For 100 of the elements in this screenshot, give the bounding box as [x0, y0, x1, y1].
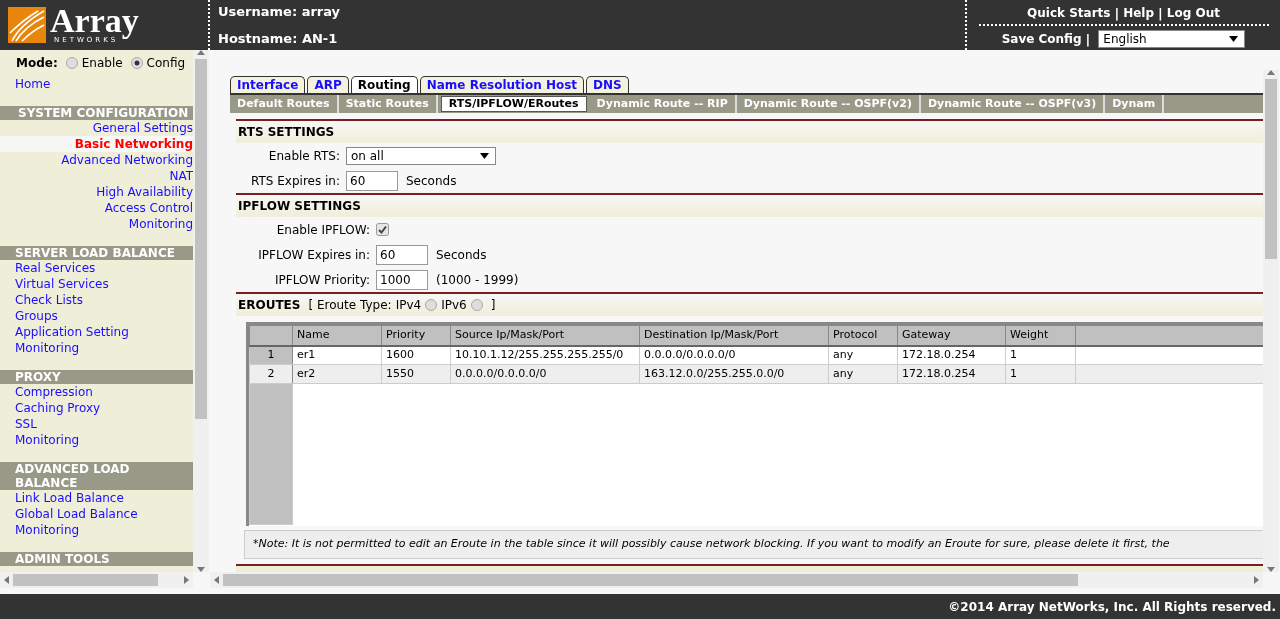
radio-button[interactable]	[130, 57, 143, 69]
field-label: IPFLOW Expires in:	[257, 246, 371, 264]
radio-button[interactable]	[425, 299, 438, 311]
table-cell: any	[828, 345, 898, 365]
rts-select[interactable]: on all	[346, 146, 496, 165]
unit-label: Seconds	[406, 172, 457, 190]
radio-label: IPv4	[395, 297, 422, 314]
mode-label: Mode:	[16, 55, 58, 72]
tab[interactable]: ARP	[307, 76, 349, 93]
type-label: ]	[490, 297, 496, 314]
column-header[interactable]: Protocol	[828, 325, 898, 346]
column-header[interactable]: Source Ip/Mask/Port	[450, 325, 640, 346]
sidebar-link[interactable]: Monitoring	[0, 522, 193, 538]
table-cell: 0.0.0.0/0.0.0.0/0	[639, 345, 829, 365]
scroll-left-arrow-icon[interactable]	[214, 576, 219, 584]
sidebar-link[interactable]: Access Control	[0, 200, 193, 216]
sidebar-link[interactable]: General Settings	[0, 120, 193, 136]
tab[interactable]: Routing	[350, 76, 418, 93]
sidebar-link[interactable]: SSL	[0, 416, 193, 432]
table-cell: er1	[292, 345, 382, 365]
sidebar-link[interactable]: Basic Networking	[0, 136, 193, 152]
sidebar-link[interactable]: Application Setting	[0, 324, 193, 340]
column-header[interactable]: Name	[292, 325, 382, 346]
unit-label: (1000 - 1999)	[436, 271, 519, 289]
field-label: Enable RTS:	[267, 147, 341, 165]
scroll-up-arrow-icon[interactable]	[1267, 70, 1275, 75]
column-header[interactable]: Priority	[381, 325, 451, 346]
section-header: EROUTES	[238, 297, 301, 314]
text-field[interactable]: 60	[346, 170, 398, 191]
scroll-down-arrow-icon[interactable]	[1267, 567, 1275, 572]
sidebar-link[interactable]: Check Lists	[0, 292, 193, 308]
sidebar-link[interactable]: Monitoring	[0, 216, 193, 232]
sidebar-link[interactable]: Real Services	[0, 260, 193, 276]
column-header[interactable]: Destination Ip/Mask/Port	[639, 325, 829, 346]
separator: |	[1158, 5, 1163, 23]
separator: |	[1085, 30, 1091, 49]
vertical-scrollbar[interactable]	[193, 50, 209, 572]
hostname-label: Hostname: AN-1	[218, 30, 339, 48]
sidebar-link[interactable]: Link Load Balance	[0, 490, 193, 506]
header-link[interactable]: Log Out	[1166, 4, 1220, 24]
subtab[interactable]: RTS/IPFLOW/ERoutes	[440, 96, 587, 112]
checkbox[interactable]	[376, 223, 389, 236]
section-header: RTS SETTINGS	[236, 119, 1263, 143]
home-link[interactable]: Home	[0, 76, 193, 92]
scroll-up-arrow-icon[interactable]	[197, 50, 205, 55]
table-cell: 1600	[381, 345, 451, 365]
scroll-right-arrow-icon[interactable]	[184, 576, 189, 584]
sidebar-link[interactable]: Monitoring	[0, 340, 193, 356]
radio-label: Config	[146, 55, 186, 72]
logo-icon	[8, 7, 46, 43]
separator: |	[1114, 5, 1120, 23]
sidebar-link[interactable]: Advanced Networking	[0, 152, 193, 168]
radio-label: IPv6	[441, 297, 467, 314]
table-cell: 172.18.0.254	[897, 345, 1006, 365]
radio-button[interactable]	[65, 57, 78, 69]
section-header: SERVER LOAD BALANCE	[0, 246, 193, 260]
tab[interactable]: Name Resolution Host	[419, 76, 585, 93]
text-field[interactable]: 1000	[376, 269, 428, 290]
section-header: ADMIN TOOLS	[0, 552, 193, 566]
sidebar-link[interactable]: Caching Proxy	[0, 400, 193, 416]
tab[interactable]: Interface	[230, 76, 306, 93]
section-header: SYSTEM CONFIGURATION	[0, 106, 193, 120]
header-link[interactable]: Quick Starts	[1027, 4, 1111, 24]
username-label: Username: array	[218, 2, 342, 21]
section-header: IPFLOW SETTINGS	[236, 193, 1263, 217]
sidebar-link[interactable]: Groups	[0, 308, 193, 324]
radio-label: Enable	[81, 55, 123, 72]
copyright-text: ©2014 Array NetWorks, Inc. All Rights reserved.	[948, 598, 1276, 616]
unit-label: Seconds	[436, 246, 487, 264]
table-cell: 1	[1005, 345, 1076, 365]
language-select[interactable]: English	[1098, 30, 1246, 49]
radio-button[interactable]	[470, 299, 483, 311]
horizontal-scrollbar[interactable]	[210, 572, 1263, 588]
sidebar-link[interactable]: Compression	[0, 384, 193, 400]
tab[interactable]: DNS	[586, 76, 629, 93]
scroll-left-arrow-icon[interactable]	[4, 576, 9, 584]
field-label: IPFLOW Priority:	[274, 271, 371, 289]
sidebar-link[interactable]: NAT	[0, 168, 193, 184]
text-field[interactable]: 60	[376, 244, 428, 265]
type-label: [ Eroute Type:	[308, 297, 392, 314]
note-text: *Note: It is not permitted to edit an Eroute in the table since it will possibly cause network blocking. If you want to modify an Eroute for sure, please delete it first, the	[253, 537, 1170, 550]
scroll-right-arrow-icon[interactable]	[1254, 576, 1259, 584]
caret-icon	[1229, 36, 1239, 43]
section-header: ADVANCED LOAD BALANCE	[0, 462, 193, 490]
horizontal-scrollbar[interactable]	[0, 572, 193, 588]
field-label: RTS Expires in:	[250, 172, 341, 190]
field-label: Enable IPFLOW:	[275, 221, 371, 239]
column-header[interactable]: Gateway	[897, 325, 1006, 346]
sidebar-link[interactable]: Global Load Balance	[0, 506, 193, 522]
sidebar-link[interactable]: Virtual Services	[0, 276, 193, 292]
vertical-scrollbar[interactable]	[1263, 70, 1279, 572]
sidebar-link[interactable]: High Availability	[0, 184, 193, 200]
column-header[interactable]: Weight	[1005, 325, 1076, 346]
table-cell: 10.10.1.12/255.255.255.255/0	[450, 345, 640, 365]
sidebar-link[interactable]: Monitoring	[0, 432, 193, 448]
save-config-link[interactable]: Save Config	[1001, 30, 1082, 49]
corner-cell	[249, 325, 293, 346]
caret-icon	[480, 152, 489, 159]
header-link[interactable]: Help	[1123, 4, 1155, 24]
scroll-down-arrow-icon[interactable]	[197, 567, 205, 572]
